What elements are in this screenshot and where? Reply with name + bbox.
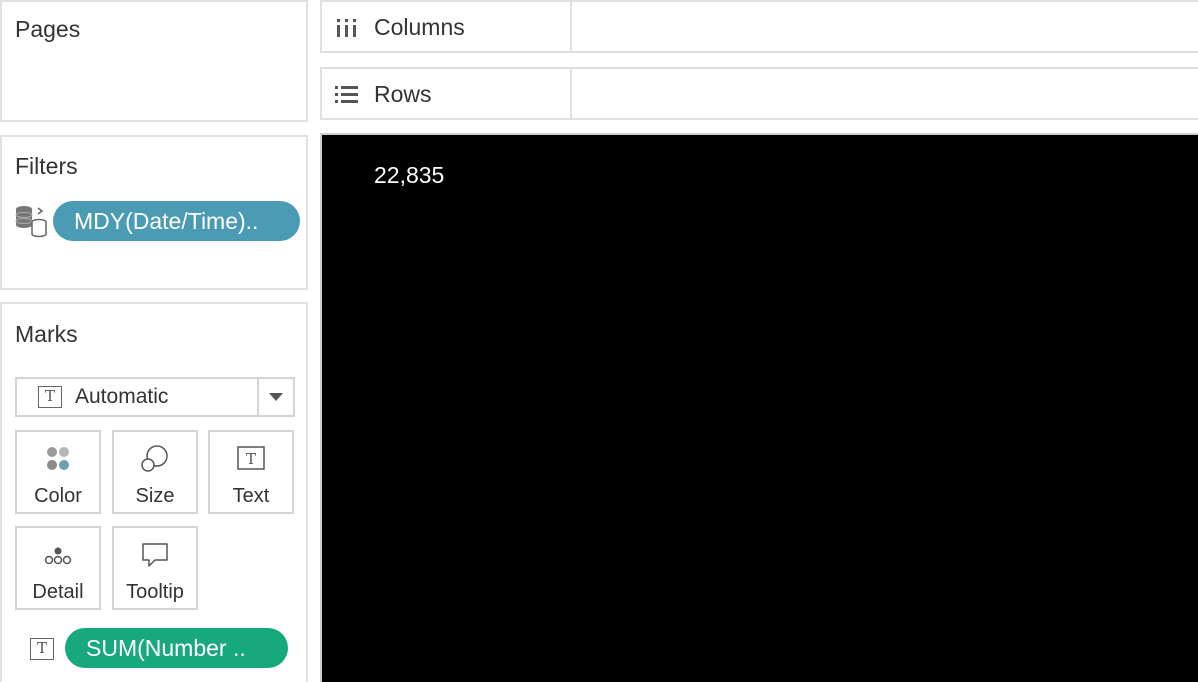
database-icon <box>15 206 47 238</box>
columns-shelf-header: Columns <box>322 2 572 51</box>
chevron-down-icon <box>269 393 283 401</box>
marks-title: Marks <box>15 321 78 347</box>
rows-shelf-header: Rows <box>322 69 572 118</box>
size-button[interactable]: Size <box>112 430 198 514</box>
rows-shelf[interactable]: Rows <box>320 67 1198 120</box>
color-label: Color <box>34 485 82 507</box>
size-label: Size <box>135 485 175 507</box>
color-icon <box>47 447 69 470</box>
columns-shelf[interactable]: Columns <box>320 0 1198 53</box>
tooltip-label: Tooltip <box>126 581 184 603</box>
filters-card[interactable]: Filters MDY(Date/Time).. <box>0 135 308 290</box>
detail-label: Detail <box>32 581 84 603</box>
detail-button[interactable]: Detail <box>15 526 101 610</box>
text-icon: T <box>237 446 265 470</box>
svg-text:T: T <box>246 450 256 468</box>
pages-card[interactable]: Pages <box>0 0 308 122</box>
text-mark-icon: T <box>30 638 54 660</box>
viz-value-label: 22,835 <box>374 162 445 188</box>
dropdown-toggle[interactable] <box>257 379 293 415</box>
tooltip-button[interactable]: Tooltip <box>112 526 198 610</box>
text-label: Text <box>232 485 270 507</box>
detail-icon <box>44 547 72 565</box>
mark-type-dropdown[interactable]: T Automatic <box>15 377 295 417</box>
rows-label: Rows <box>374 81 432 107</box>
rows-icon <box>335 86 358 103</box>
text-mark-icon: T <box>38 386 62 408</box>
viz-canvas[interactable]: 22,835 <box>320 133 1198 682</box>
pages-title: Pages <box>15 16 81 42</box>
color-button[interactable]: Color <box>15 430 101 514</box>
mark-type-value: Automatic <box>75 385 169 408</box>
columns-label: Columns <box>374 14 465 40</box>
text-button[interactable]: T Text <box>208 430 294 514</box>
tooltip-icon <box>142 543 168 567</box>
filters-title: Filters <box>15 153 78 179</box>
measure-pill-sum-number[interactable]: SUM(Number .. <box>65 628 288 668</box>
columns-icon <box>337 19 356 37</box>
filter-pill-mdy-date-time[interactable]: MDY(Date/Time).. <box>53 201 300 241</box>
marks-card[interactable]: Marks T Automatic Color Size T Text Deta… <box>0 302 308 682</box>
size-icon <box>141 445 168 472</box>
